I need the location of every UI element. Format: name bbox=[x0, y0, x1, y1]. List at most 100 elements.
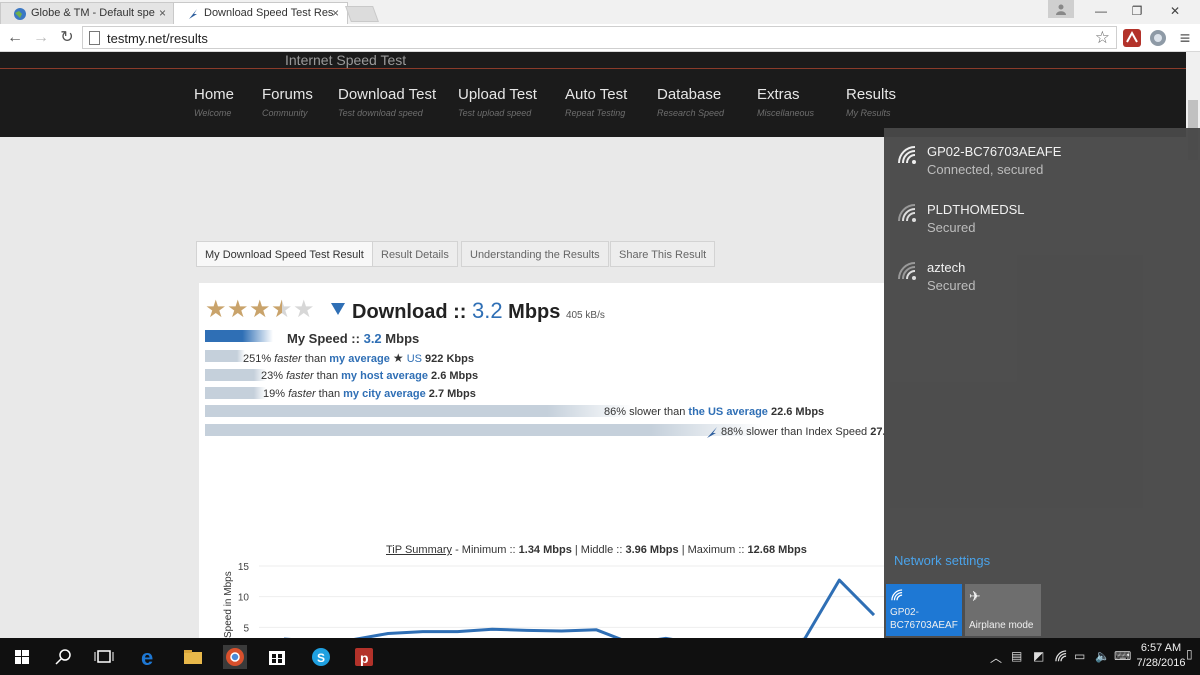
close-tab-icon[interactable]: × bbox=[159, 6, 166, 20]
menu-icon[interactable]: ≡ bbox=[1174, 28, 1196, 48]
browser-tab-speedtest[interactable]: Download Speed Test Res × bbox=[173, 2, 348, 24]
wifi-tile-line1: GP02- bbox=[890, 607, 919, 618]
search-icon[interactable] bbox=[43, 642, 83, 672]
close-tab-icon[interactable]: × bbox=[332, 6, 339, 20]
tab-my-download-result[interactable]: My Download Speed Test Result bbox=[196, 241, 373, 267]
nav-sublabel: Repeat Testing bbox=[565, 108, 626, 118]
comparison-link[interactable]: my average bbox=[329, 353, 390, 365]
reload-icon[interactable]: ↻ bbox=[56, 28, 78, 48]
globe-favicon-icon bbox=[14, 8, 26, 20]
task-view-icon[interactable] bbox=[84, 642, 124, 672]
nav-forums[interactable]: Forums Community bbox=[262, 86, 313, 118]
browser-tab-strip: Globe & TM - Default spe × Download Spee… bbox=[0, 0, 1200, 24]
address-bar[interactable]: testmy.net/results ☆ bbox=[82, 26, 1117, 49]
nav-sublabel: My Results bbox=[846, 108, 891, 118]
nav-label: Download Test bbox=[338, 86, 437, 103]
site-title: Internet Speed Test bbox=[285, 52, 407, 68]
site-header: Internet Speed Test Home Welcome Forums Co… bbox=[0, 52, 1200, 137]
extension-pdf-icon[interactable] bbox=[1122, 28, 1142, 48]
wifi-icon bbox=[891, 589, 903, 601]
edge-browser-icon[interactable]: e bbox=[130, 642, 170, 672]
minimize-icon[interactable]: — bbox=[1084, 0, 1118, 22]
nav-results[interactable]: Results My Results bbox=[846, 86, 896, 118]
network-settings-link[interactable]: Network settings bbox=[894, 553, 990, 568]
volume-icon[interactable]: 🔈 bbox=[1095, 649, 1110, 663]
file-explorer-icon[interactable] bbox=[173, 642, 213, 672]
download-arrow-icon bbox=[331, 303, 345, 315]
comparison-direction: faster bbox=[288, 388, 316, 400]
comparison-text-city: 19% faster than my city average 2.7 Mbps bbox=[263, 388, 476, 400]
header-divider bbox=[0, 68, 1200, 69]
comparison-than: than bbox=[304, 353, 327, 365]
tab-result-details[interactable]: Result Details bbox=[372, 241, 458, 267]
svg-text:S: S bbox=[317, 651, 325, 665]
svg-text:e: e bbox=[141, 645, 153, 670]
network-item-pldt[interactable]: PLDTHOMEDSL Secured bbox=[884, 190, 1200, 246]
nav-extras[interactable]: Extras Miscellaneous bbox=[757, 86, 814, 118]
nav-label: Extras bbox=[757, 86, 800, 103]
comparison-pct: 251% bbox=[243, 353, 272, 365]
network-item-aztech[interactable]: aztech Secured bbox=[884, 248, 1200, 304]
url-text: testmy.net/results bbox=[107, 31, 208, 46]
tab-understanding-results[interactable]: Understanding the Results bbox=[461, 241, 609, 267]
chart-ytick-label: 10 bbox=[238, 593, 250, 604]
wifi-tile-line2: BC76703AEAF bbox=[890, 620, 958, 631]
tab-share-result[interactable]: Share This Result bbox=[610, 241, 716, 267]
nav-auto-test[interactable]: Auto Test Repeat Testing bbox=[565, 86, 627, 118]
store-icon[interactable] bbox=[257, 642, 297, 672]
network-name: GP02-BC76703AEAFE bbox=[927, 144, 1062, 159]
network-status: Connected, secured bbox=[927, 162, 1044, 177]
my-speed-bar bbox=[205, 330, 273, 342]
user-profile-icon[interactable] bbox=[1048, 0, 1074, 18]
tip-mid-label: | Middle :: bbox=[574, 544, 623, 556]
comparison-bar bbox=[205, 405, 633, 417]
skype-icon[interactable]: S bbox=[301, 642, 341, 672]
network-name: PLDTHOMEDSL bbox=[927, 202, 1025, 217]
windows-start-icon[interactable] bbox=[2, 642, 42, 672]
network-item-gp02[interactable]: GP02-BC76703AEAFE Connected, secured bbox=[884, 132, 1200, 188]
rating-star-icon: ★ bbox=[205, 296, 227, 323]
chrome-icon[interactable] bbox=[215, 642, 255, 672]
comparison-direction: faster bbox=[274, 353, 302, 365]
bookmark-star-icon[interactable]: ☆ bbox=[1095, 28, 1110, 48]
extension-globe-icon[interactable] bbox=[1148, 28, 1168, 48]
nav-database[interactable]: Database Research Speed bbox=[657, 86, 724, 118]
nav-upload-test[interactable]: Upload Test Test upload speed bbox=[458, 86, 537, 118]
wifi-signal-icon bbox=[898, 204, 916, 222]
nav-label: Results bbox=[846, 86, 897, 103]
app-p-icon[interactable]: p bbox=[344, 642, 384, 672]
back-icon[interactable]: ← bbox=[4, 28, 26, 48]
restore-icon[interactable]: ❐ bbox=[1120, 0, 1154, 22]
comparison-link[interactable]: the US average bbox=[688, 406, 767, 418]
comparison-link[interactable]: my host average bbox=[341, 370, 428, 382]
forward-icon[interactable]: → bbox=[30, 28, 52, 48]
nav-label: Home bbox=[194, 86, 235, 103]
comparison-pct: 23% bbox=[261, 370, 284, 382]
tab-title: Globe & TM - Default spe bbox=[31, 7, 155, 19]
comparison-value: 922 Kbps bbox=[425, 353, 474, 365]
download-speed-heading: Download :: 3.2 Mbps 405 kB/s bbox=[352, 298, 605, 324]
new-tab-button[interactable] bbox=[345, 6, 379, 22]
rating-star-icon: ★ bbox=[227, 296, 249, 323]
close-window-icon[interactable]: ✕ bbox=[1158, 0, 1192, 22]
tip-summary-link[interactable]: TiP Summary bbox=[386, 544, 452, 556]
browser-tab-globe[interactable]: Globe & TM - Default spe × bbox=[0, 2, 175, 24]
nav-download-test[interactable]: Download Test Test download speed bbox=[338, 86, 436, 118]
comparison-bar bbox=[205, 369, 266, 381]
show-hidden-icons[interactable]: ︿ bbox=[990, 649, 1002, 666]
tray-app-icon[interactable]: ▤ bbox=[1011, 649, 1022, 663]
tray-pdf-icon[interactable]: ◩ bbox=[1033, 649, 1044, 663]
notifications-icon[interactable]: ▯ bbox=[1186, 647, 1193, 661]
airplane-mode-tile[interactable]: ✈ Airplane mode bbox=[965, 584, 1041, 636]
rating-empty-star-icon: ★ bbox=[293, 296, 315, 323]
wifi-quick-tile[interactable]: GP02- BC76703AEAF bbox=[886, 584, 962, 636]
wifi-tile-label: GP02- BC76703AEAF bbox=[890, 606, 958, 632]
nav-home[interactable]: Home Welcome bbox=[194, 86, 234, 118]
airplane-tile-label: Airplane mode bbox=[969, 620, 1034, 631]
nav-sublabel: Test download speed bbox=[338, 108, 423, 118]
network-status: Secured bbox=[927, 220, 976, 235]
tray-wifi-icon[interactable] bbox=[1054, 649, 1068, 662]
battery-icon[interactable]: ▭ bbox=[1074, 649, 1085, 663]
speed-kbs: 405 kB/s bbox=[565, 310, 605, 321]
comparison-link[interactable]: my city average bbox=[343, 388, 426, 400]
